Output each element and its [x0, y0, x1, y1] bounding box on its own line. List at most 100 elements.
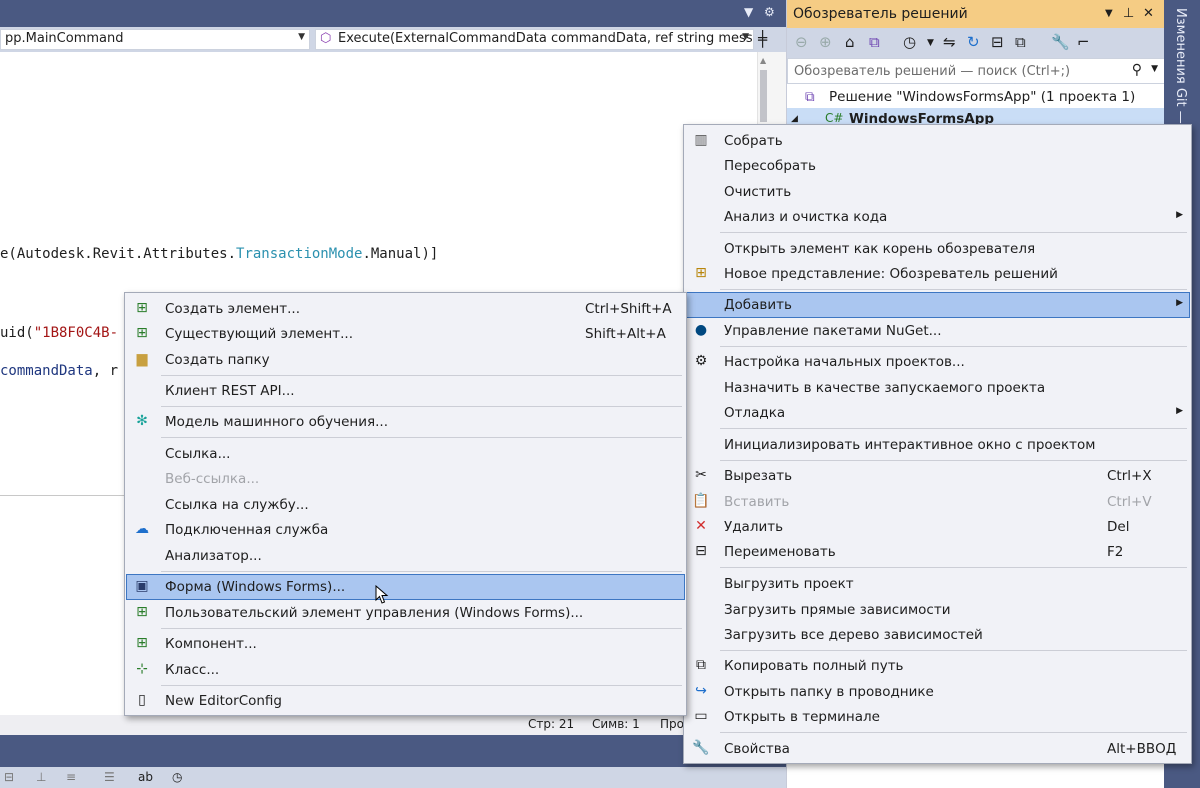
menu-item-build[interactable]: ▥ Собрать: [686, 129, 1189, 153]
toolbar-icon[interactable]: ⊥: [36, 770, 46, 784]
menu-separator: [720, 289, 1187, 290]
existing-item-icon: ⊞: [136, 325, 148, 341]
solution-node[interactable]: ⧉ Решение "WindowsFormsApp" (1 проекта 1…: [787, 86, 1165, 108]
menu-item-paste[interactable]: 📋 Вставить Ctrl+V: [686, 490, 1189, 514]
pin-icon[interactable]: ⊥: [1123, 6, 1134, 21]
menu-item-clean[interactable]: Очистить: [686, 180, 1189, 204]
menu-item-user-control[interactable]: ⊞ Пользовательский элемент управления (Wi…: [127, 601, 684, 625]
solution-search-input[interactable]: Обозреватель решений — поиск (Ctrl+;) ⚲ …: [787, 58, 1165, 84]
chevron-down-icon[interactable]: ▼: [927, 38, 934, 48]
menu-item-delete[interactable]: ✕ Удалить Del: [686, 515, 1189, 539]
wrench-icon: 🔧: [692, 740, 710, 756]
solution-icon: ⧉: [805, 89, 815, 105]
menu-item-set-startup[interactable]: Назначить в качестве запускаемого проект…: [686, 376, 1189, 400]
paste-icon: 📋: [692, 493, 710, 509]
toolbar-icon[interactable]: ☰: [104, 770, 115, 784]
menu-item-open-terminal[interactable]: ▭ Открыть в терминале: [686, 705, 1189, 729]
chevron-down-icon: ▼: [742, 32, 749, 42]
menu-item-rest-client[interactable]: Клиент REST API...: [127, 379, 684, 403]
home-icon[interactable]: ⌂: [845, 33, 855, 51]
member-combo[interactable]: ⬡ Execute(ExternalCommandData commandDat…: [315, 29, 754, 50]
menu-item-web-reference[interactable]: Веб-ссылка...: [127, 467, 684, 491]
menu-item-reference[interactable]: Ссылка...: [127, 442, 684, 466]
menu-item-existing-item[interactable]: ⊞ Существующий элемент... Shift+Alt+A: [127, 322, 684, 346]
scroll-up-icon[interactable]: ▲: [760, 56, 766, 65]
menu-item-load-direct[interactable]: Загрузить прямые зависимости: [686, 598, 1189, 622]
menu-item-nuget[interactable]: ● Управление пакетами NuGet...: [686, 319, 1189, 343]
menu-item-component[interactable]: ⊞ Компонент...: [127, 632, 684, 656]
menu-item-rebuild[interactable]: Пересобрать: [686, 154, 1189, 178]
close-icon[interactable]: ✕: [1143, 6, 1154, 21]
delete-icon: ✕: [695, 518, 707, 534]
scrollbar-thumb[interactable]: [760, 70, 767, 122]
clock-icon[interactable]: ◷: [172, 770, 182, 784]
menu-item-new-view[interactable]: ⊞ Новое представление: Обозреватель решен…: [686, 262, 1189, 286]
connected-service-icon: ☁: [135, 521, 149, 537]
menu-item-open-folder[interactable]: ↪ Открыть папку в проводнике: [686, 680, 1189, 704]
menu-item-ml-model[interactable]: ✻ Модель машинного обучения...: [127, 410, 684, 434]
toolbar-icon[interactable]: ab: [138, 770, 153, 784]
user-control-icon: ⊞: [136, 604, 148, 620]
code-line-attribute: e(Autodesk.Revit.Attributes.TransactionM…: [0, 246, 439, 262]
copy-icon: ⧉: [696, 657, 706, 673]
menu-item-copy-path[interactable]: ⧉ Копировать полный путь: [686, 654, 1189, 678]
menu-item-cut[interactable]: ✂ Вырезать Ctrl+X: [686, 464, 1189, 488]
search-icon[interactable]: ⚲: [1132, 62, 1142, 78]
navigation-bar: pp.MainCommand ▼ ⬡ Execute(ExternalComma…: [0, 27, 786, 52]
menu-item-startup-projects[interactable]: ⚙ Настройка начальных проектов...: [686, 350, 1189, 374]
menu-item-service-reference[interactable]: Ссылка на службу...: [127, 493, 684, 517]
collapse-all-icon[interactable]: ⊟: [991, 33, 1004, 51]
menu-item-analyze[interactable]: Анализ и очистка кода ▶: [686, 205, 1189, 229]
terminal-icon: ▭: [694, 708, 708, 724]
new-folder-icon: ▆: [136, 351, 148, 367]
menu-item-windows-form[interactable]: ▣ Форма (Windows Forms)...: [126, 574, 685, 600]
split-editor-icon[interactable]: ╪: [758, 30, 767, 48]
preview-icon[interactable]: ⌐: [1077, 33, 1090, 51]
editor-tab-strip: ▼ ⚙: [0, 0, 786, 27]
toolbar-icon[interactable]: ≡: [66, 770, 76, 784]
menu-item-class[interactable]: ⊹ Класс...: [127, 658, 684, 682]
menu-item-properties[interactable]: 🔧 Свойства Alt+ВВОД: [686, 737, 1189, 761]
menu-item-load-tree[interactable]: Загрузить все дерево зависимостей: [686, 623, 1189, 647]
menu-item-unload[interactable]: Выгрузить проект: [686, 572, 1189, 596]
chevron-down-icon: ▼: [298, 32, 305, 42]
refresh-icon[interactable]: ↻: [967, 33, 980, 51]
column-number: Симв: 1: [592, 717, 640, 731]
settings-gear-icon[interactable]: ⚙: [764, 5, 775, 19]
menu-item-new-item[interactable]: ⊞ Создать элемент... Ctrl+Shift+A: [127, 297, 684, 321]
new-item-icon: ⊞: [136, 300, 148, 316]
submenu-arrow-icon: ▶: [1176, 406, 1183, 416]
menu-item-connected-service[interactable]: ☁ Подключенная служба: [127, 518, 684, 542]
class-icon: ⊹: [136, 661, 148, 677]
menu-item-new-folder[interactable]: ▆ Создать папку: [127, 348, 684, 372]
menu-item-rename[interactable]: ⊟ Переименовать F2: [686, 540, 1189, 564]
forward-icon[interactable]: ⊕: [819, 33, 832, 51]
editorconfig-icon: ▯: [138, 692, 146, 708]
submenu-arrow-icon: ▶: [1176, 298, 1183, 308]
code-line-guid: uid("1B8F0C4B-: [0, 325, 119, 341]
menu-separator: [161, 437, 682, 438]
nuget-icon: ●: [694, 322, 708, 338]
pending-changes-icon[interactable]: ◷: [903, 33, 916, 51]
switch-views-icon[interactable]: ⧉: [869, 33, 880, 51]
back-icon[interactable]: ⊖: [795, 33, 808, 51]
toolbar-icon[interactable]: ⊟: [4, 770, 14, 784]
menu-item-debug[interactable]: Отладка ▶: [686, 401, 1189, 425]
sync-icon[interactable]: ⇋: [943, 33, 956, 51]
menu-item-add[interactable]: Добавить ▶: [685, 292, 1190, 318]
tab-dropdown-icon[interactable]: ▼: [744, 5, 753, 19]
chevron-down-icon[interactable]: ▼: [1105, 8, 1113, 19]
show-all-files-icon[interactable]: ⧉: [1015, 33, 1026, 51]
menu-item-open-as-root[interactable]: Открыть элемент как корень обозревателя: [686, 237, 1189, 261]
expand-arrow-icon[interactable]: ◢: [791, 114, 798, 124]
panel-title: Обозреватель решений: [793, 6, 968, 22]
menu-separator: [161, 571, 682, 572]
wrench-icon[interactable]: 🔧: [1051, 33, 1070, 51]
bottom-toolbar: ⊟ ⊥ ≡ ☰ ab ◷: [0, 767, 786, 788]
menu-item-editorconfig[interactable]: ▯ New EditorConfig: [127, 689, 684, 713]
git-changes-tab[interactable]: Изменения Git — Т: [1173, 8, 1188, 136]
chevron-down-icon[interactable]: ▼: [1151, 64, 1158, 74]
class-combo[interactable]: pp.MainCommand ▼: [0, 29, 310, 50]
menu-item-interactive[interactable]: Инициализировать интерактивное окно с пр…: [686, 433, 1189, 457]
menu-item-analyzer[interactable]: Анализатор...: [127, 544, 684, 568]
